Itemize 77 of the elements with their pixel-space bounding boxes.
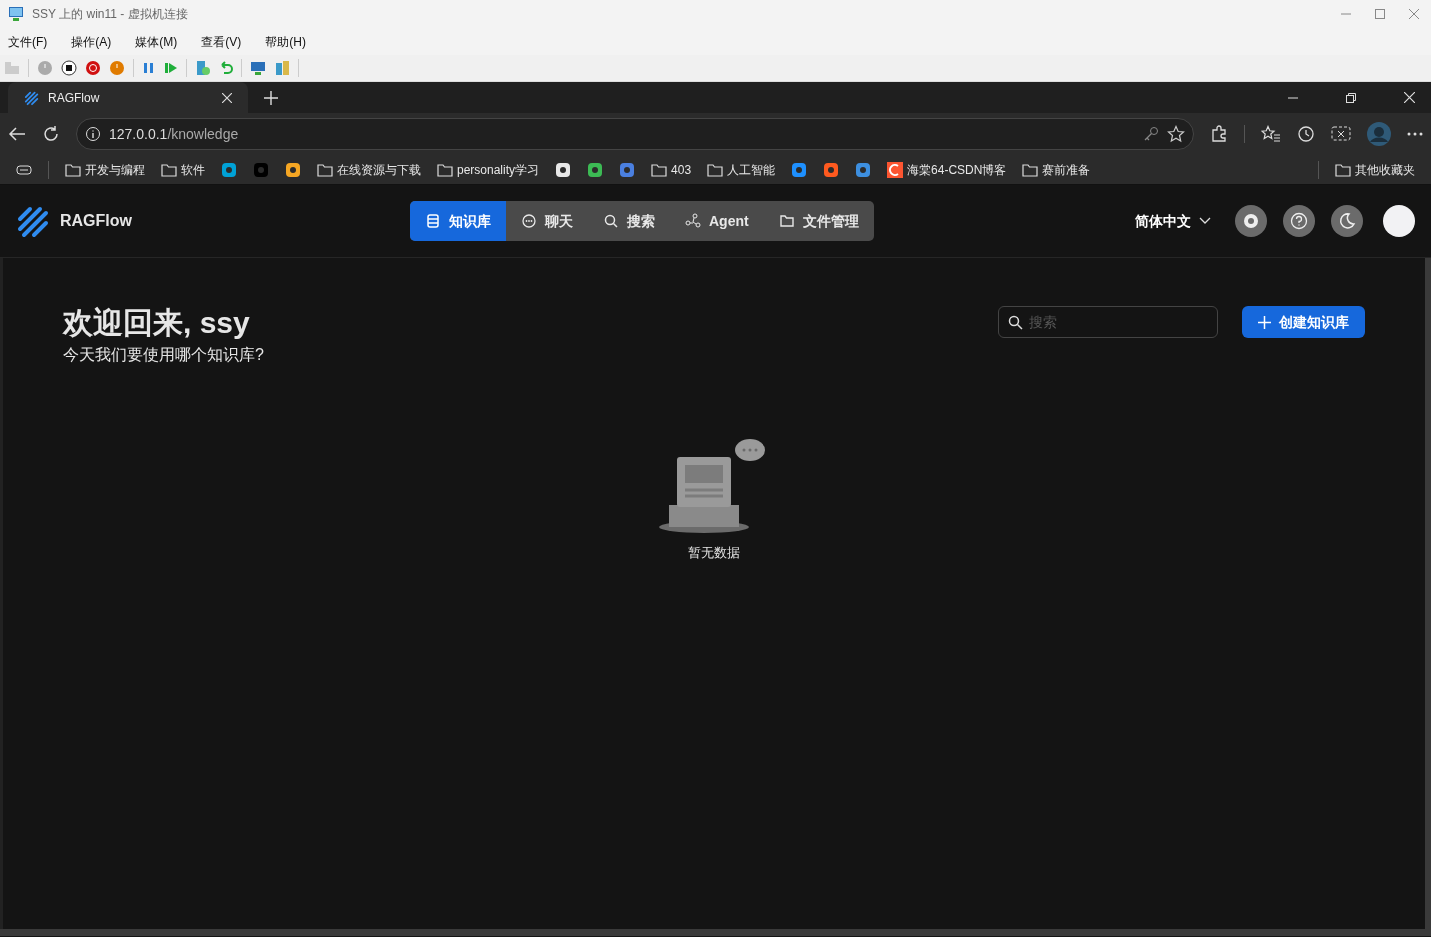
search-field[interactable]: 搜索 [998, 306, 1218, 338]
site-icon[interactable] [587, 161, 604, 178]
play-icon[interactable] [164, 61, 178, 75]
plus-icon [1258, 315, 1271, 329]
new-tab-icon[interactable] [264, 91, 278, 105]
restore-icon[interactable] [1346, 92, 1356, 103]
welcome-subtitle: 今天我们要使用哪个知识库? [63, 345, 264, 365]
more-icon[interactable] [1407, 132, 1423, 136]
info-icon[interactable] [85, 126, 101, 142]
monitor-icon[interactable] [250, 60, 266, 76]
bookmark-link[interactable]: 海棠64-CSDN博客 [887, 160, 1007, 179]
screenshot-icon[interactable] [1331, 125, 1351, 143]
empty-text: 暂无数据 [688, 544, 740, 562]
nav-tab[interactable]: 聊天 [506, 201, 588, 241]
bookmark-folder[interactable]: 开发与编程 [65, 160, 145, 179]
avatar-button[interactable] [1383, 205, 1415, 237]
site-icon[interactable] [555, 161, 572, 178]
bookmark-folder[interactable]: personality学习 [437, 160, 540, 179]
bookmark-folder[interactable]: 在线资源与下载 [317, 160, 421, 179]
site-icon [887, 161, 904, 178]
nav-tab[interactable]: 知识库 [410, 201, 506, 241]
welcome-heading: 欢迎回来, ssy [63, 306, 251, 339]
history-icon[interactable] [1297, 125, 1315, 143]
database-icon [425, 213, 441, 229]
reload-icon[interactable] [42, 125, 60, 143]
folder-icon [651, 162, 668, 177]
menu-item[interactable]: 文件(F) [8, 32, 48, 51]
star-icon[interactable] [1167, 125, 1185, 143]
theme-button[interactable] [1331, 205, 1363, 237]
brand-name: RAGFlow [60, 211, 132, 231]
stop-icon[interactable] [61, 60, 77, 76]
moon-icon [1338, 212, 1356, 230]
browser-tab[interactable]: RAGFlow [8, 82, 248, 113]
folder-icon [1335, 162, 1351, 177]
site-icon[interactable] [221, 161, 237, 178]
logo-icon [24, 89, 40, 106]
nav-tab[interactable]: 搜索 [588, 201, 670, 241]
back-icon[interactable] [8, 126, 26, 142]
nav-tab[interactable]: Agent [670, 201, 764, 241]
monitor-icon [8, 6, 24, 22]
bookmark-folder[interactable]: 其他收藏夹 [1335, 160, 1415, 179]
folder-icon [1022, 162, 1039, 177]
language-select[interactable]: 简体中文 [1135, 210, 1211, 232]
create-button[interactable]: 创建知识库 [1242, 306, 1365, 338]
address-bar[interactable]: 127.0.0.1/knowledge [76, 118, 1194, 150]
puzzle-icon[interactable] [1210, 125, 1228, 143]
bookmark-folder[interactable]: 403 [651, 160, 692, 179]
folder-icon [437, 162, 453, 177]
folder-icon [778, 213, 795, 229]
folder-icon [161, 162, 177, 177]
help-button[interactable] [1283, 205, 1315, 237]
window-title: SSY 上的 win11 - 虚拟机连接 [32, 6, 188, 23]
graph-icon [685, 213, 701, 229]
folder-icon [65, 162, 81, 177]
bookmark-folder[interactable]: 赛前准备 [1022, 160, 1091, 179]
favorites-icon[interactable] [1261, 125, 1281, 143]
search-icon [603, 213, 619, 229]
github-button[interactable] [1235, 205, 1267, 237]
pause-icon[interactable] [142, 61, 156, 75]
caret-icon [1199, 217, 1211, 225]
url-text: 127.0.0.1/knowledge [109, 124, 239, 144]
site-icon[interactable] [285, 161, 301, 178]
nav-tab[interactable]: 文件管理 [763, 201, 874, 241]
folder-icon [707, 162, 724, 177]
bookmark-folder[interactable]: 人工智能 [707, 160, 776, 179]
revert-icon[interactable] [219, 61, 233, 75]
menu-item[interactable]: 查看(V) [201, 32, 242, 51]
maximize-icon[interactable] [1375, 9, 1385, 19]
chat-icon [521, 213, 537, 229]
help-icon [1290, 212, 1308, 230]
folder-icon [317, 162, 333, 177]
tab-actions-icon[interactable] [16, 163, 32, 176]
menu-item[interactable]: 媒体(M) [135, 32, 178, 51]
menu-item[interactable]: 操作(A) [71, 32, 112, 51]
key-icon[interactable] [1143, 126, 1159, 142]
menu-item[interactable]: 帮助(H) [265, 32, 306, 51]
bookmark-folder[interactable]: 软件 [161, 160, 205, 179]
